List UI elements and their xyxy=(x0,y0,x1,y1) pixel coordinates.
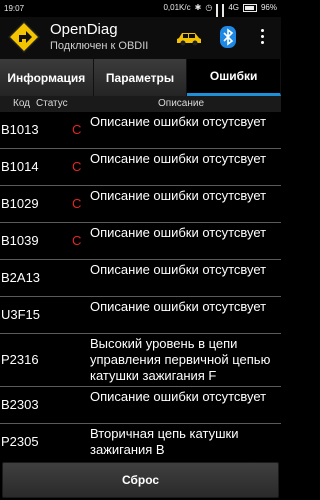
error-description: Описание ошибки отсутсвует xyxy=(90,151,267,166)
connection-status: Подключен к OBDII xyxy=(50,40,149,52)
error-code: B1013 xyxy=(1,122,39,137)
tab-bar: Информация Параметры Ошибки xyxy=(0,59,282,96)
error-description: Описание ошибки отсутсвует xyxy=(90,225,267,240)
reset-button[interactable]: Сброс xyxy=(2,462,279,498)
app-logo-icon xyxy=(7,20,41,54)
bluetooth-status-icon: ✱ xyxy=(194,3,202,12)
error-status: C xyxy=(72,159,82,174)
tab-errors[interactable]: Ошибки xyxy=(187,59,282,96)
column-description: Описание xyxy=(158,98,205,109)
error-description: Описание ошибки отсутсвует xyxy=(90,299,267,314)
error-status: C xyxy=(72,233,82,248)
error-description: Описание ошибки отсутсвует xyxy=(90,188,267,203)
status-indicators: 0,01K/c ✱ ◷ 4G 96% xyxy=(163,3,277,24)
error-status: C xyxy=(72,122,82,137)
bluetooth-icon[interactable] xyxy=(219,26,237,48)
error-code: B2A13 xyxy=(1,270,41,285)
column-code: Код xyxy=(13,98,31,109)
error-description: Описание ошибки отсутсвует xyxy=(90,262,267,277)
app-bar: OpenDiag Подключен к OBDII xyxy=(0,17,281,59)
tab-parameters[interactable]: Параметры xyxy=(93,59,188,96)
error-description: Описание ошибки отсутсвует xyxy=(90,389,267,404)
column-header: Код Статус Описание xyxy=(0,96,281,112)
status-time: 19:07 xyxy=(4,4,25,13)
car-icon[interactable] xyxy=(176,30,202,46)
error-code: B1029 xyxy=(1,196,39,211)
battery-level: 96% xyxy=(260,3,277,12)
error-row[interactable]: P2316 Высокий уровень в цепи управления … xyxy=(0,334,281,387)
error-row[interactable]: B1013 C Описание ошибки отсутсвует xyxy=(0,112,281,149)
error-description: Вторичная цепь катушки зажигания B xyxy=(90,426,239,457)
error-code: B2303 xyxy=(1,397,39,412)
error-row[interactable]: B1029 C Описание ошибки отсутсвует xyxy=(0,186,281,223)
error-description: Описание ошибки отсутсвует xyxy=(90,114,267,129)
battery-icon xyxy=(242,3,257,12)
error-code: P2305 xyxy=(1,434,39,449)
alarm-icon: ◷ xyxy=(205,3,213,12)
error-row[interactable]: B1014 C Описание ошибки отсутсвует xyxy=(0,149,281,186)
error-status: C xyxy=(72,196,82,211)
error-code: P2316 xyxy=(1,352,39,367)
error-row[interactable]: B1039 C Описание ошибки отсутсвует xyxy=(0,223,281,260)
error-code: B1039 xyxy=(1,233,39,248)
error-row[interactable]: B2303 Описание ошибки отсутсвует xyxy=(0,387,281,424)
error-code: B1014 xyxy=(1,159,39,174)
status-bar: 19:07 0,01K/c ✱ ◷ 4G 96% xyxy=(0,0,281,24)
network-type: 4G xyxy=(228,3,239,12)
error-description: Высокий уровень в цепи управления первич… xyxy=(90,336,271,383)
app-title: OpenDiag xyxy=(50,21,118,38)
overflow-menu-icon[interactable] xyxy=(258,29,266,47)
error-row[interactable]: U3F15 Описание ошибки отсутсвует xyxy=(0,297,281,334)
column-status: Статус xyxy=(36,98,68,109)
error-code: U3F15 xyxy=(1,307,41,322)
network-speed: 0,01K/c xyxy=(163,3,191,12)
error-list: B1013 C Описание ошибки отсутсвует B1014… xyxy=(0,112,281,461)
error-row[interactable]: P2305 Вторичная цепь катушки зажигания B xyxy=(0,424,281,461)
signal-icon xyxy=(216,3,219,24)
signal-icon-2 xyxy=(222,3,225,24)
error-row[interactable]: B2A13 Описание ошибки отсутсвует xyxy=(0,260,281,297)
tab-information[interactable]: Информация xyxy=(0,59,94,96)
